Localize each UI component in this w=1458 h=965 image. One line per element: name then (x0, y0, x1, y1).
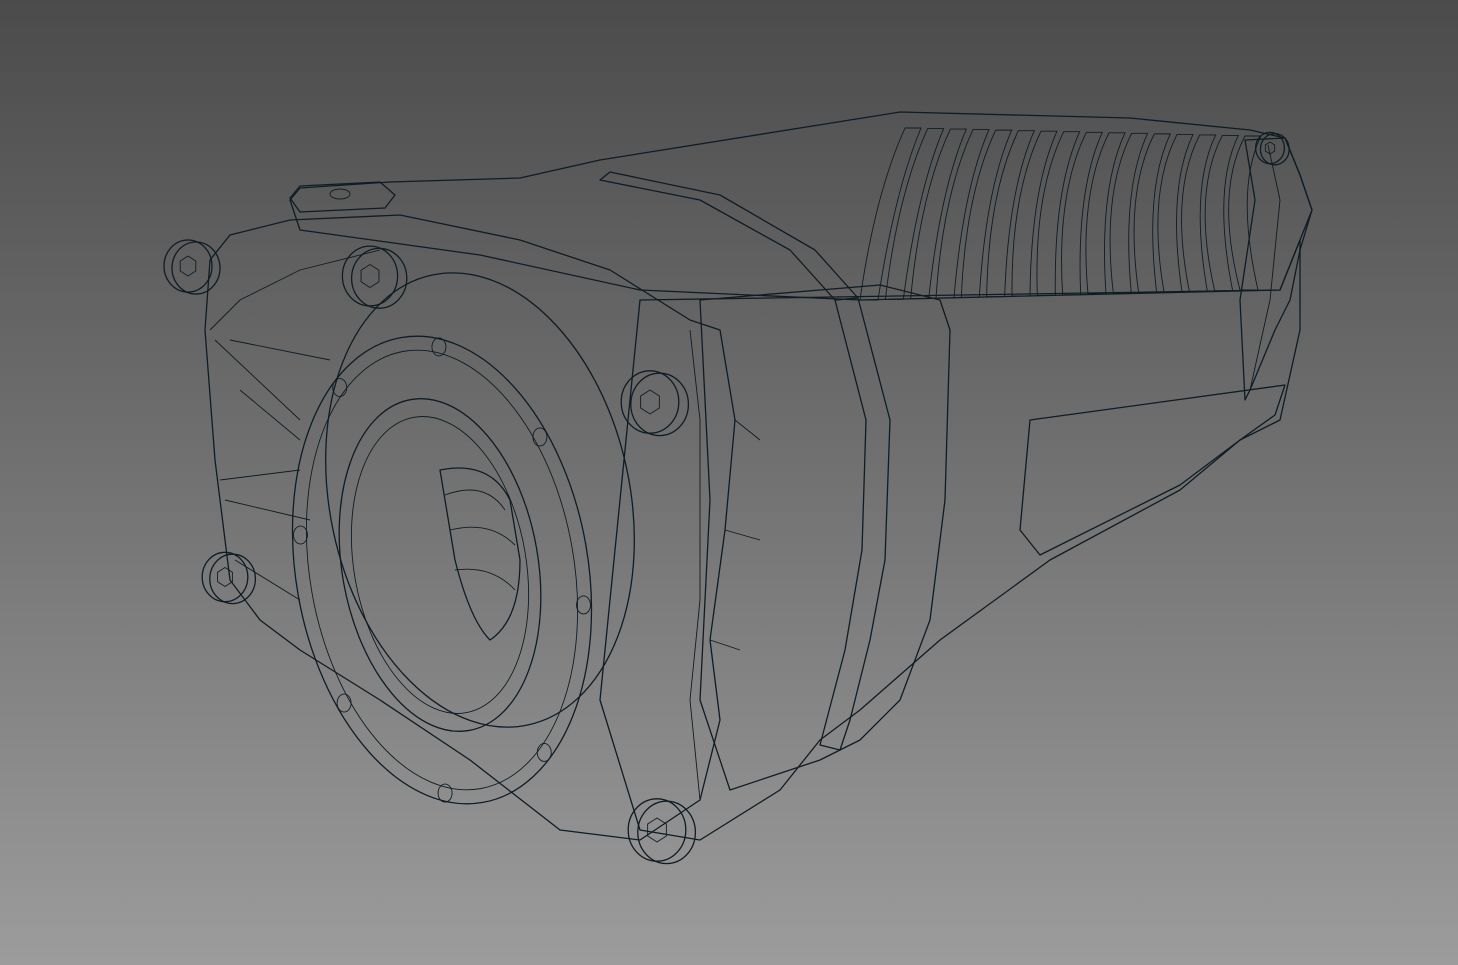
flange-hole (293, 525, 308, 545)
cooling-rib (1204, 135, 1240, 292)
flange-hole (576, 595, 591, 615)
cad-3d-viewport[interactable] (0, 0, 1458, 965)
cooling-ribs (859, 127, 1262, 301)
cooling-rib (910, 128, 968, 300)
cooling-rib (1011, 130, 1058, 297)
inlet-flange (291, 335, 593, 805)
cooling-rib (1133, 133, 1172, 294)
cap-screws (163, 131, 1290, 865)
top-mount-boss (289, 181, 396, 213)
cooling-rib (1061, 131, 1104, 296)
inlet-bore (338, 398, 542, 732)
gasket-band-top (599, 171, 859, 301)
snout-boss (325, 272, 635, 728)
gasket-band (819, 297, 891, 751)
side-recess-panel (1019, 384, 1286, 556)
flange-hole (532, 427, 548, 447)
supercharger-model[interactable] (0, 0, 1458, 965)
cooling-rib (1181, 134, 1217, 292)
flange-hole (336, 693, 352, 713)
cap-screw (627, 798, 697, 865)
cap-screw (620, 370, 690, 437)
cooling-rib (859, 127, 922, 301)
rear-end-cap (1239, 137, 1313, 401)
cooling-rib (1085, 132, 1126, 295)
cap-screw (341, 245, 408, 309)
cooling-rib (960, 129, 1013, 298)
cooling-rib (986, 130, 1036, 298)
cooling-rib (1036, 131, 1081, 296)
cooling-rib (1157, 133, 1194, 293)
center-housing-section (699, 284, 951, 791)
cap-screw (163, 239, 221, 295)
cap-screw (201, 551, 257, 605)
flange-hole (536, 743, 552, 762)
flange-holes (293, 337, 591, 803)
